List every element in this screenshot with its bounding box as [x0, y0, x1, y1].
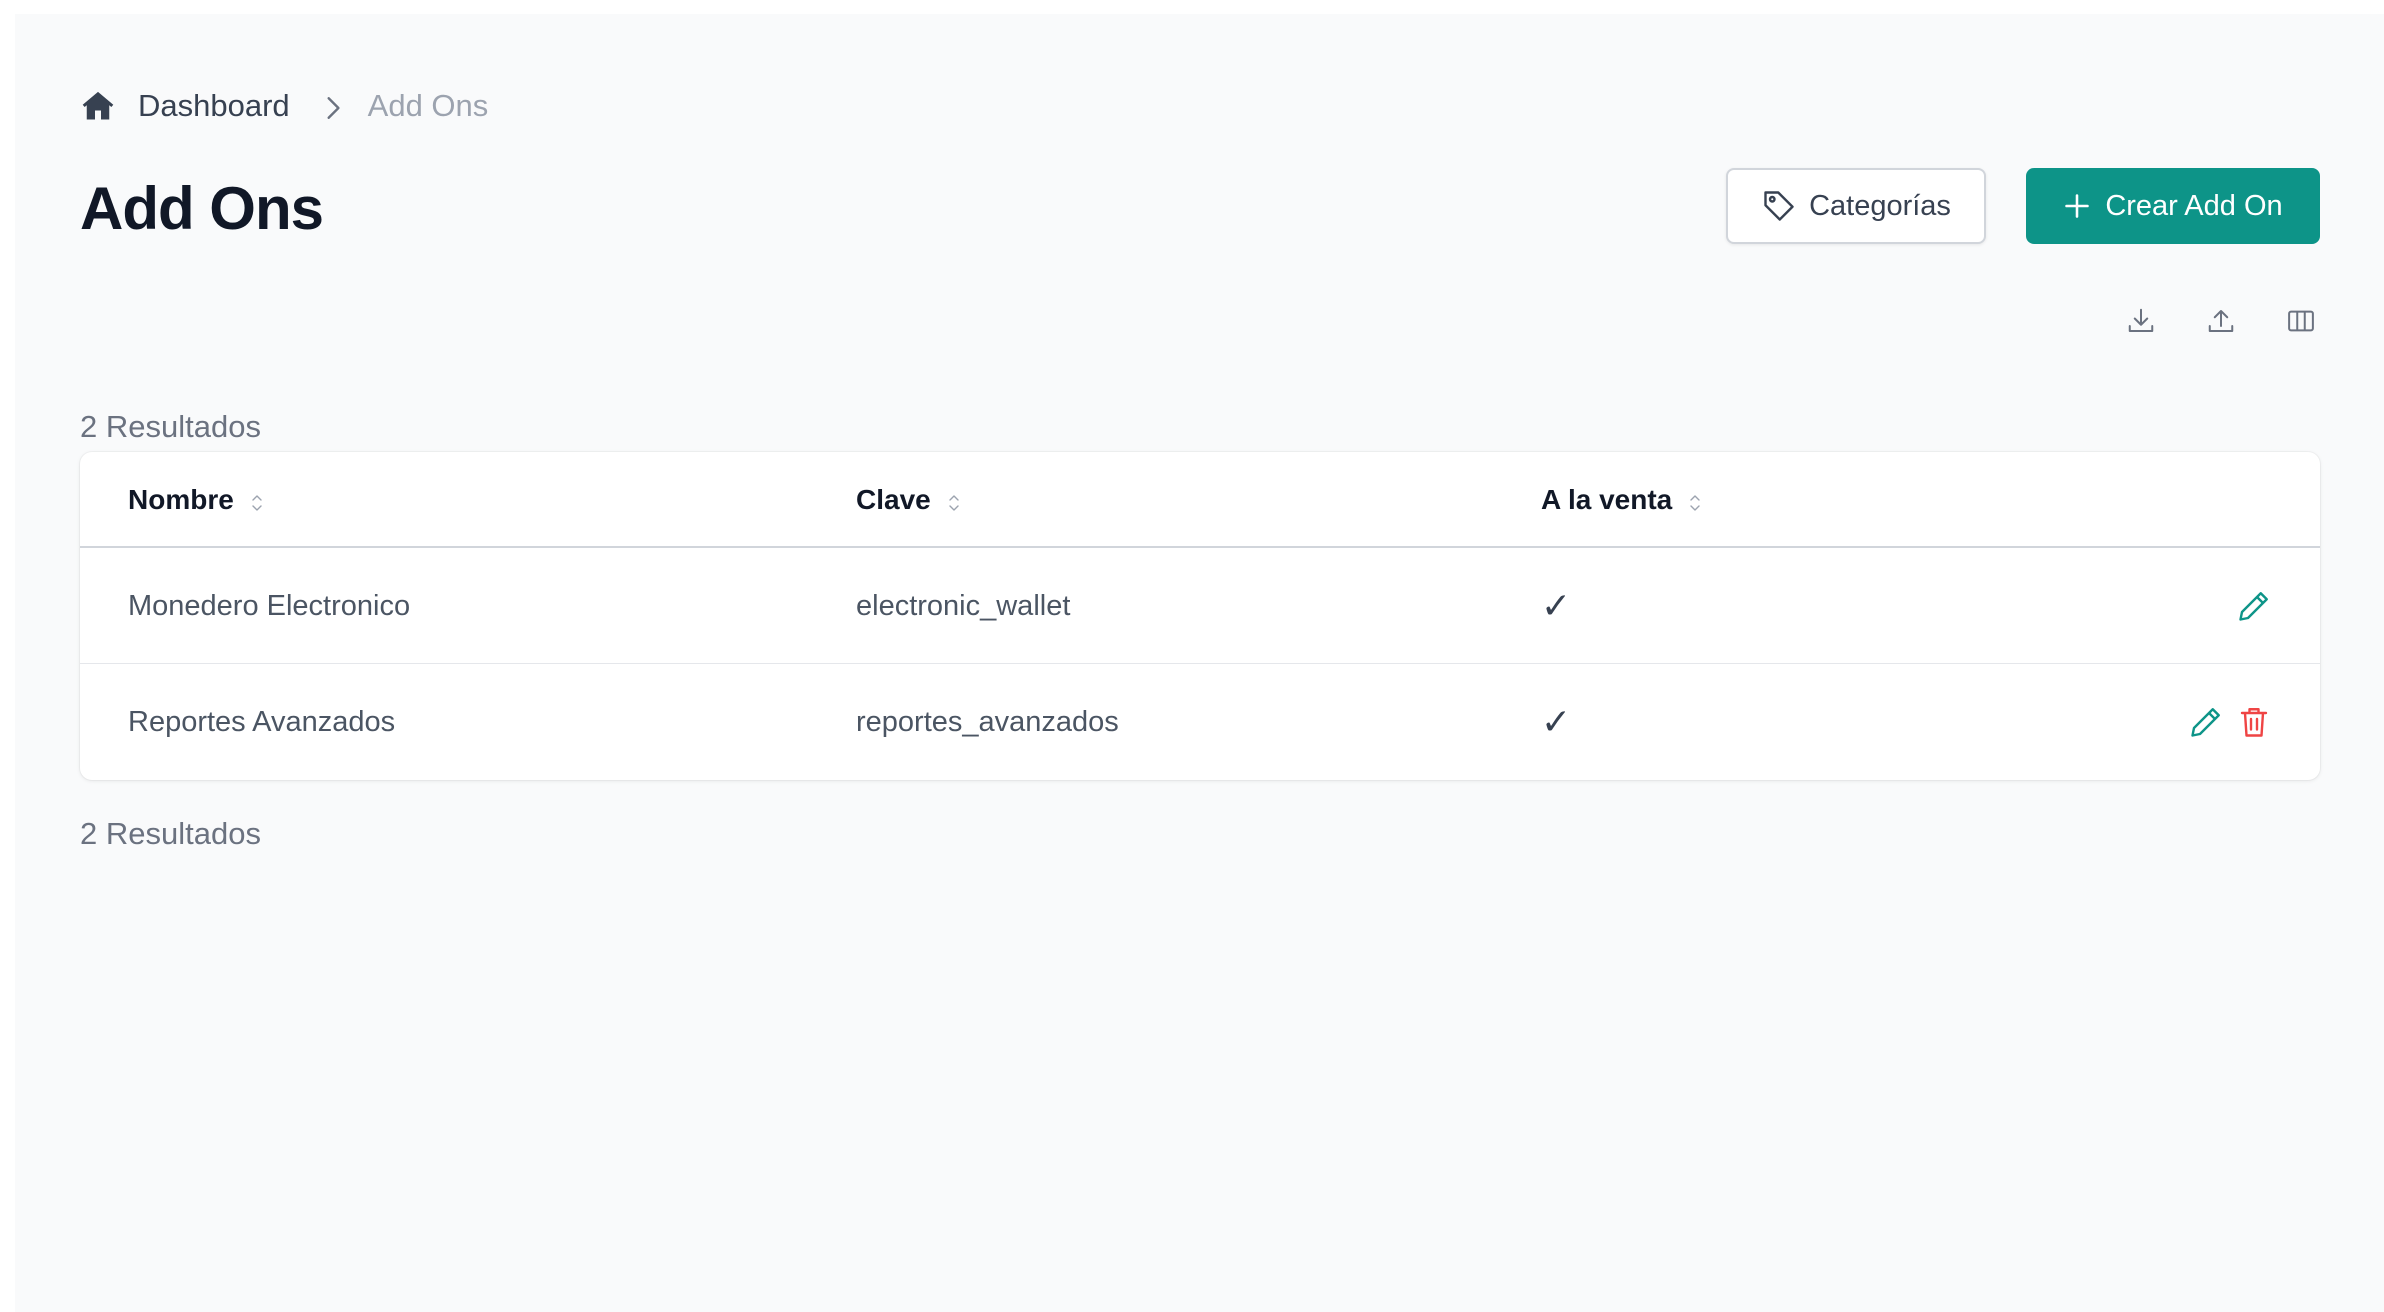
tag-icon [1761, 188, 1797, 224]
download-icon[interactable] [2126, 306, 2156, 336]
cell-clave: reportes_avanzados [856, 705, 1119, 738]
breadcrumb-current: Add Ons [367, 88, 489, 123]
cell-clave: electronic_wallet [856, 589, 1071, 622]
upload-icon[interactable] [2206, 306, 2236, 336]
breadcrumb-dashboard[interactable]: Dashboard [138, 88, 290, 124]
results-count-top: 2 Resultados [80, 409, 261, 444]
edit-icon[interactable] [2188, 704, 2224, 740]
home-icon[interactable] [80, 88, 116, 124]
column-label: Nombre [128, 484, 234, 515]
trash-icon[interactable] [2236, 704, 2272, 740]
crear-add-on-button[interactable]: Crear Add On [2026, 168, 2320, 244]
sort-icon [947, 489, 961, 511]
chevron-right-icon [320, 93, 346, 119]
results-count-bottom: 2 Resultados [80, 816, 261, 851]
sort-icon [250, 489, 264, 511]
check-icon: ✓ [1541, 585, 1572, 627]
sort-icon [1688, 489, 1702, 511]
table-row[interactable]: Reportes Avanzados reportes_avanzados ✓ [80, 664, 2320, 780]
table-header: Nombre Clave A la venta [80, 452, 2320, 548]
categorias-label: Categorías [1809, 189, 1951, 222]
column-header-nombre[interactable]: Nombre [128, 452, 264, 548]
categorias-button[interactable]: Categorías [1726, 168, 1986, 244]
crear-add-on-label: Crear Add On [2105, 189, 2283, 222]
add-ons-table: Nombre Clave A la venta Monedero Electro… [80, 452, 2320, 780]
row-actions [2188, 664, 2272, 780]
column-label: Clave [856, 484, 931, 515]
columns-icon[interactable] [2286, 306, 2316, 336]
column-label: A la venta [1541, 484, 1673, 515]
page-title: Add Ons [80, 175, 324, 242]
row-actions [2236, 548, 2272, 664]
cell-nombre: Reportes Avanzados [128, 705, 396, 738]
edit-icon[interactable] [2236, 588, 2272, 624]
page-background: Dashboard Add Ons Add Ons Categorías Cre… [15, 14, 2384, 1312]
plus-icon [2063, 192, 2091, 220]
table-row[interactable]: Monedero Electronico electronic_wallet ✓ [80, 548, 2320, 664]
check-icon: ✓ [1541, 701, 1572, 743]
breadcrumb: Dashboard Add Ons [80, 84, 488, 128]
column-header-clave[interactable]: Clave [856, 452, 961, 548]
column-header-a-la-venta[interactable]: A la venta [1541, 452, 1702, 548]
cell-nombre: Monedero Electronico [128, 589, 411, 622]
